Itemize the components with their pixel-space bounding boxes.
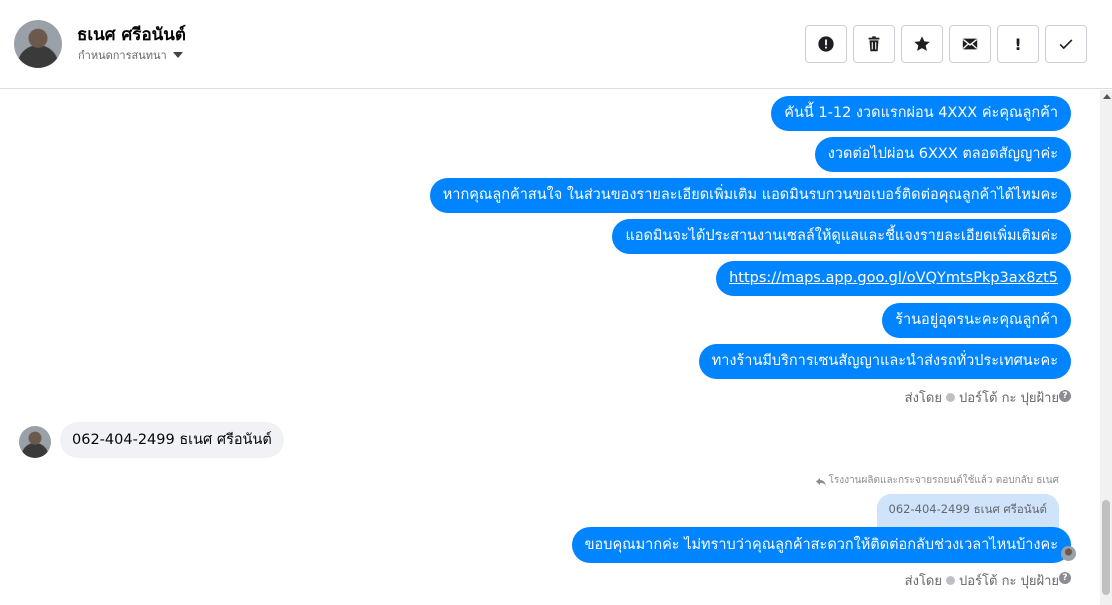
contact-name[interactable]: ธเนศ ศรีอนันต์ (77, 21, 186, 48)
delete-button[interactable] (853, 25, 895, 63)
outgoing-message[interactable]: คันนี้ 1-12 งวดแรกผ่อน 4XXX ค่ะคุณลูกค้า (771, 96, 1071, 131)
outgoing-message[interactable]: หากคุณลูกค้าสนใจ ในส่วนของรายละเอียดเพิ่… (429, 178, 1071, 213)
star-icon (914, 36, 930, 51)
reply-note: โรงงานผลิตและกระจายรถยนต์ใช้แล้ว ตอบกลับ… (815, 473, 1059, 488)
outgoing-message[interactable]: ทางร้านมีบริการเซนสัญญาและนำส่งรถทั่วประ… (698, 344, 1071, 379)
sent-by-label: ส่งโดย (904, 391, 942, 406)
sent-by-line: ส่งโดย ปอร์โต้ กะ ปุยฝ้าย (905, 387, 1059, 408)
reply-note-text: โรงงานผลิตและกระจายรถยนต์ใช้แล้ว ตอบกลับ… (828, 475, 1059, 486)
contact-avatar-small (19, 426, 51, 458)
outgoing-message[interactable]: งวดต่อไปผ่อน 6XXX ตลอดสัญญาค่ะ (814, 137, 1071, 172)
scroll-thumb[interactable] (1102, 500, 1110, 595)
outgoing-message[interactable]: https://maps.app.goo.gl/oVQYmtsPkp3ax8zt… (716, 261, 1071, 296)
verified-dot-icon (946, 393, 955, 402)
scroll-up-icon[interactable] (1103, 94, 1111, 99)
conversation-header: ธเนศ ศรีอนันต์ กำหนดการสนทนา ! (0, 0, 1112, 89)
sent-by-label: ส่งโดย (904, 574, 942, 589)
seen-avatar (1061, 546, 1076, 561)
action-toolbar: ! (805, 25, 1087, 63)
maps-link[interactable]: https://maps.app.goo.gl/oVQYmtsPkp3ax8zt… (729, 270, 1058, 286)
star-button[interactable] (901, 25, 943, 63)
spam-button[interactable] (805, 25, 847, 63)
trash-icon (868, 36, 880, 52)
outgoing-message[interactable]: แอดมินจะได้ประสานงานเซลล์ให้ดูแลและชี้แจ… (612, 219, 1071, 254)
outgoing-message[interactable]: ขอบคุณมากค่ะ ไม่ทราบว่าคุณลูกค้าสะดวกให้… (571, 527, 1071, 563)
thread-scrollbar[interactable] (1100, 90, 1112, 605)
alert-circle-icon (818, 36, 834, 52)
reply-arrow-icon (815, 477, 826, 486)
mark-unread-button[interactable] (949, 25, 991, 63)
conversation-status-label: กำหนดการสนทนา (78, 49, 167, 62)
check-icon (1059, 39, 1073, 50)
outgoing-message[interactable]: ร้านอยู่อุดรนะคะคุณลูกค้า (882, 303, 1071, 338)
verified-dot-icon (946, 576, 955, 585)
incoming-message[interactable]: 062-404-2499 ธเนศ ศรีอนันต์ (60, 422, 284, 458)
sender-name: ปอร์โต้ กะ ปุยฝ้าย (959, 574, 1059, 589)
important-button[interactable]: ! (997, 25, 1039, 63)
exclamation-icon: ! (1014, 34, 1022, 54)
sender-name: ปอร์โต้ กะ ปุยฝ้าย (959, 391, 1059, 406)
conversation-status-dropdown[interactable]: กำหนดการสนทนา (78, 46, 183, 64)
contact-avatar[interactable] (14, 20, 62, 68)
help-icon[interactable]: ? (1059, 572, 1071, 584)
quoted-message[interactable]: 062-404-2499 ธเนศ ศรีอนันต์ (876, 494, 1059, 530)
envelope-icon (962, 38, 978, 50)
help-icon[interactable]: ? (1059, 390, 1071, 402)
sent-by-line: ส่งโดย ปอร์โต้ กะ ปุยฝ้าย (905, 570, 1059, 591)
done-button[interactable] (1045, 25, 1087, 63)
message-thread: คันนี้ 1-12 งวดแรกผ่อน 4XXX ค่ะคุณลูกค้า… (0, 90, 1100, 605)
caret-down-icon (172, 52, 183, 58)
